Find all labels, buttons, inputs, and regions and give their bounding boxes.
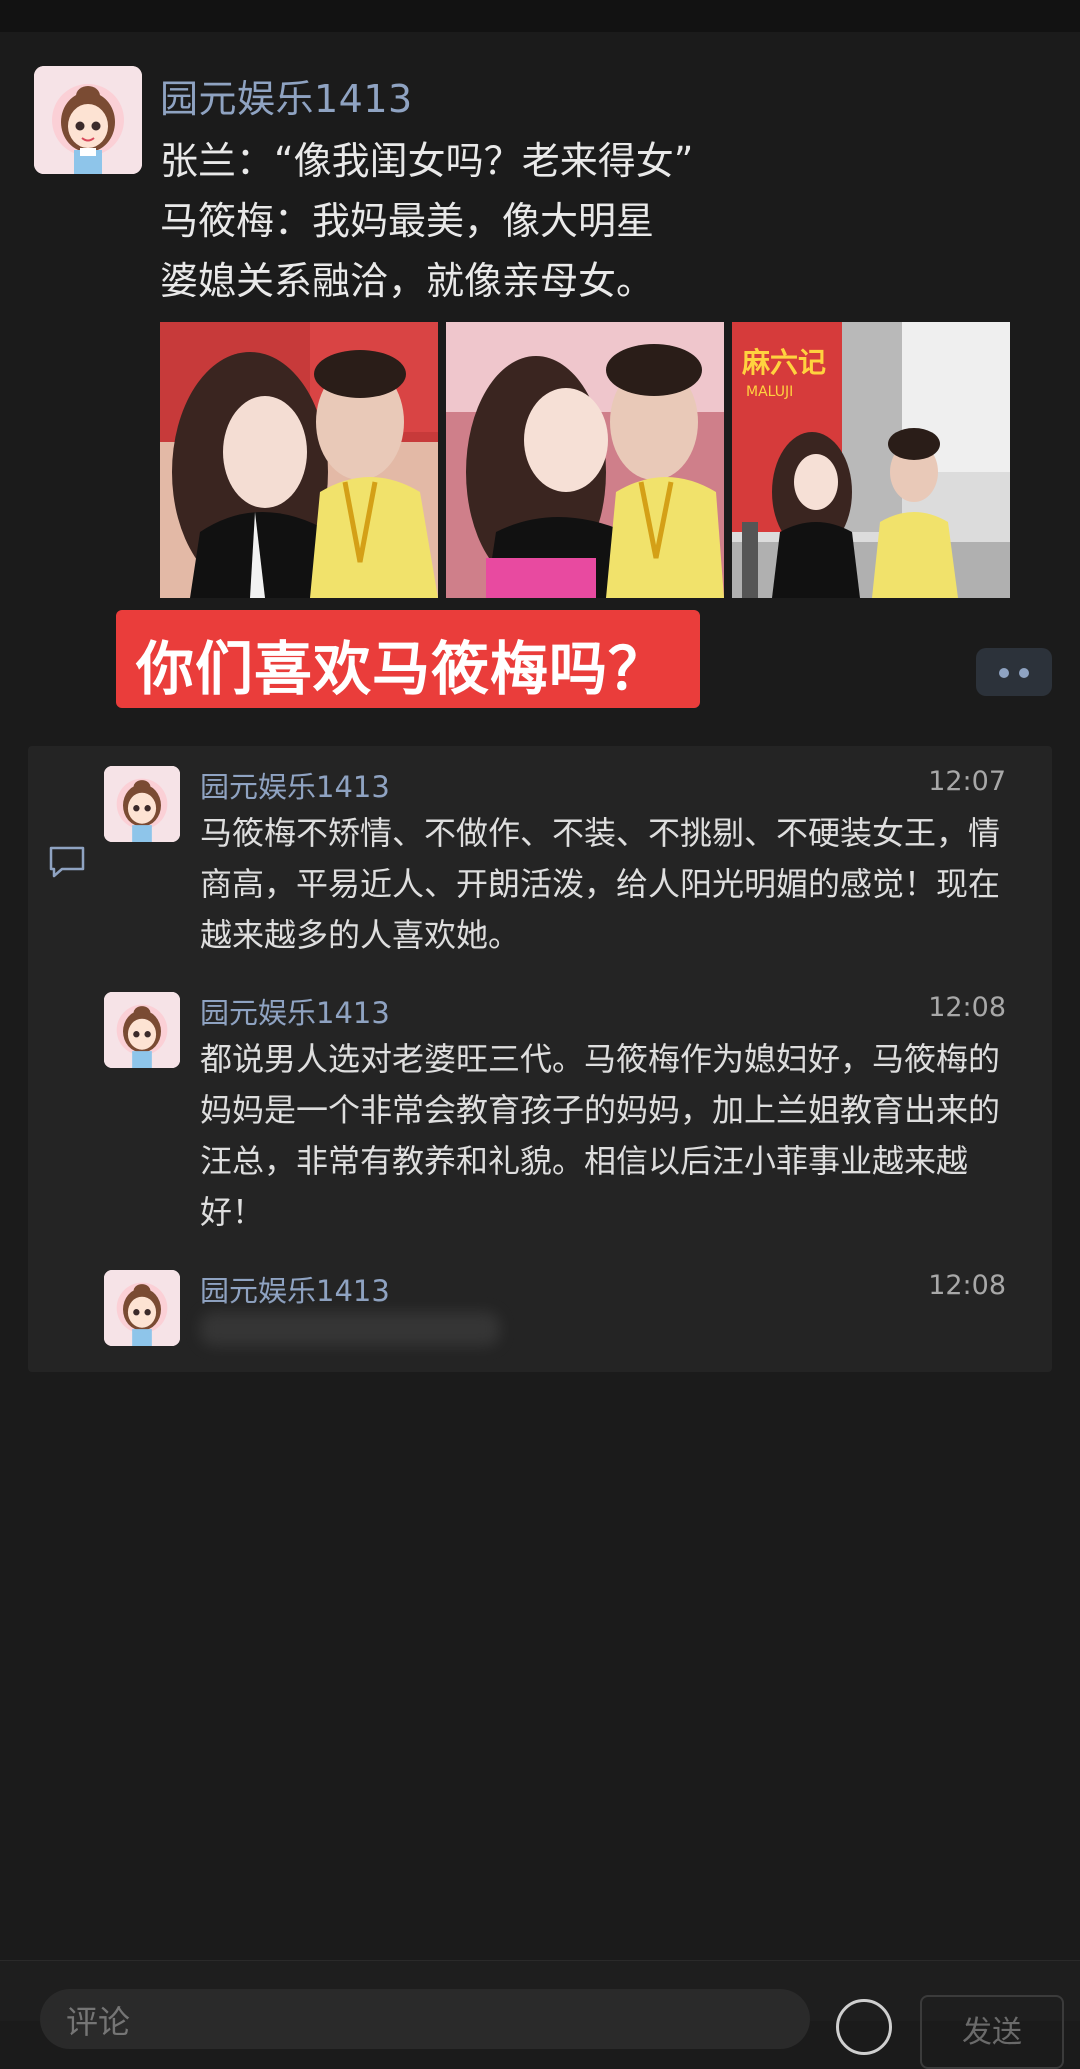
- dot-icon: [1019, 668, 1029, 678]
- comment-avatar[interactable]: [104, 1270, 180, 1346]
- dot-icon: [999, 668, 1009, 678]
- post-photo-3[interactable]: 麻六记 MALUJI: [732, 322, 1010, 598]
- send-button[interactable]: 发送: [920, 1995, 1064, 2069]
- status-bar: [0, 0, 1080, 32]
- post-text-line: 婆媳关系融洽，就像亲母女。: [160, 259, 655, 303]
- post-caption-banner: 你们喜欢马筱梅吗？: [116, 610, 700, 708]
- emoji-icon[interactable]: [836, 1999, 892, 2055]
- avatar-cartoon-girl-icon: [104, 992, 180, 1068]
- comment-input[interactable]: [40, 1989, 810, 2049]
- post-photo-2[interactable]: [446, 322, 724, 598]
- avatar-cartoon-girl-icon: [104, 1270, 180, 1346]
- comment-avatar[interactable]: [104, 766, 180, 842]
- author-avatar[interactable]: [34, 66, 142, 174]
- comment-author[interactable]: 园元娱乐1413: [200, 990, 390, 1032]
- comment-input-bar: 发送: [0, 1960, 1080, 2069]
- comment-time: 12:08: [928, 992, 1006, 1023]
- banner-text: 你们喜欢马筱梅吗？: [136, 635, 668, 703]
- post-photo-1[interactable]: [160, 322, 438, 598]
- avatar-cartoon-girl-icon: [104, 766, 180, 842]
- post-text-line: 张兰：“像我闺女吗？老来得女”: [160, 139, 694, 183]
- comment-time: 12:07: [928, 766, 1006, 797]
- avatar-cartoon-girl-icon: [34, 66, 142, 174]
- post-text-line: 马筱梅：我妈最美，像大明星: [160, 199, 655, 243]
- comment-time: 12:08: [928, 1270, 1006, 1301]
- post-author-name[interactable]: 园元娱乐1413: [160, 68, 413, 123]
- photo-sign-sub: MALUJI: [746, 384, 793, 400]
- comment-author[interactable]: 园元娱乐1413: [200, 1268, 390, 1310]
- comment-avatar[interactable]: [104, 992, 180, 1068]
- comment-text: 都说男人选对老婆旺三代。马筱梅作为媳妇好，马筱梅的妈妈是一个非常会教育孩子的妈妈…: [200, 1040, 1001, 1231]
- blurred-comment-text: [200, 1312, 500, 1346]
- more-options-button[interactable]: [976, 648, 1052, 696]
- comment-author[interactable]: 园元娱乐1413: [200, 764, 390, 806]
- comment-bubble-icon[interactable]: [48, 845, 86, 883]
- photo-sign-text: 麻六记: [742, 346, 826, 379]
- comment-text: 马筱梅不矫情、不做作、不装、不挑剔、不硬装女王，情商高，平易近人、开朗活泼，给人…: [200, 814, 1001, 954]
